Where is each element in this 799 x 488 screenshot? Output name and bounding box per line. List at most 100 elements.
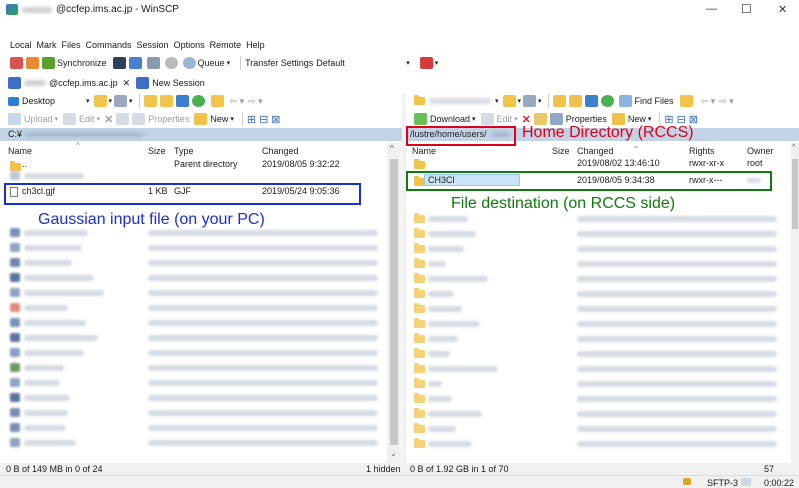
home-icon[interactable] bbox=[584, 95, 598, 107]
console-icon[interactable] bbox=[112, 57, 126, 69]
filter-icon[interactable] bbox=[523, 95, 537, 107]
back-icon[interactable]: ⇦ ▾ bbox=[230, 96, 245, 107]
delete-icon[interactable]: ✕ bbox=[104, 113, 113, 126]
menu-session[interactable]: Session bbox=[137, 40, 169, 50]
scroll-down-icon[interactable]: ⌄ bbox=[390, 449, 397, 458]
compare-icon[interactable] bbox=[10, 57, 23, 69]
chevron-down-icon[interactable]: ▾ bbox=[129, 97, 133, 105]
column-changed[interactable]: Changed bbox=[577, 146, 614, 156]
menu-help[interactable]: Help bbox=[246, 40, 265, 50]
properties-button[interactable]: Properties bbox=[566, 114, 607, 124]
filter-select-icon[interactable]: ⊠ bbox=[271, 113, 280, 126]
menu-remote[interactable]: Remote bbox=[210, 40, 242, 50]
sync-browse-icon[interactable] bbox=[26, 57, 39, 69]
chevron-down-icon[interactable]: ▾ bbox=[518, 97, 522, 105]
menu-local[interactable]: Local bbox=[10, 40, 32, 50]
menu-commands[interactable]: Commands bbox=[86, 40, 132, 50]
unselect-icon[interactable]: ⊟ bbox=[259, 113, 268, 126]
new-session-tab[interactable]: New Session bbox=[152, 78, 205, 88]
menu-options[interactable]: Options bbox=[174, 40, 205, 50]
chevron-down-icon[interactable]: ▾ bbox=[435, 59, 439, 67]
scroll-thumb[interactable] bbox=[390, 159, 398, 445]
scroll-up-icon[interactable]: ^ bbox=[390, 144, 394, 153]
menu-mark[interactable]: Mark bbox=[37, 40, 57, 50]
tree-icon[interactable] bbox=[210, 95, 224, 107]
queue-button[interactable]: Queue ▾ bbox=[182, 57, 230, 69]
local-scrollbar[interactable]: ^ ⌄ bbox=[387, 143, 401, 463]
column-changed[interactable]: Changed bbox=[262, 146, 299, 156]
local-location-select[interactable]: Desktop bbox=[22, 96, 86, 106]
chevron-down-icon[interactable]: ▾ bbox=[538, 97, 542, 105]
remote-location-blur[interactable] bbox=[429, 98, 491, 104]
close-button[interactable]: ✕ bbox=[778, 3, 787, 16]
column-rights[interactable]: Rights bbox=[689, 146, 715, 156]
column-size[interactable]: Size bbox=[552, 146, 570, 156]
panel-splitter[interactable] bbox=[402, 93, 406, 463]
parent-directory-icon[interactable] bbox=[143, 95, 157, 107]
synchronize-button[interactable]: Synchronize bbox=[42, 57, 107, 69]
chevron-down-icon[interactable]: ▾ bbox=[55, 115, 59, 123]
column-name[interactable]: Name bbox=[8, 146, 32, 156]
folder-icon bbox=[414, 303, 425, 313]
close-icon[interactable]: ✕ bbox=[123, 78, 131, 89]
root-directory-icon[interactable] bbox=[159, 95, 173, 107]
tree-icon[interactable] bbox=[679, 95, 693, 107]
edit-button[interactable]: Edit bbox=[497, 114, 513, 124]
blurred-text bbox=[428, 231, 476, 237]
maximize-button[interactable]: ☐ bbox=[741, 2, 752, 16]
remote-scrollbar[interactable]: ^ bbox=[791, 143, 799, 463]
new-session-icon[interactable] bbox=[136, 77, 150, 89]
chevron-down-icon[interactable]: ▾ bbox=[230, 115, 234, 123]
forward-icon[interactable]: ⇨ ▾ bbox=[719, 96, 734, 107]
local-path-bar[interactable]: C:¥ bbox=[0, 128, 402, 141]
chevron-down-icon[interactable]: ▾ bbox=[406, 59, 410, 67]
session-tab-active[interactable]: @ccfep.ims.ac.jp bbox=[49, 78, 118, 88]
download-button[interactable]: Download bbox=[430, 114, 470, 124]
back-icon[interactable]: ⇦ ▾ bbox=[701, 96, 716, 107]
refresh-icon[interactable] bbox=[600, 95, 614, 107]
chevron-down-icon[interactable]: ▾ bbox=[648, 115, 652, 123]
blurred-text bbox=[24, 260, 72, 266]
minimize-button[interactable]: — bbox=[706, 3, 717, 15]
upload-button[interactable]: Upload bbox=[24, 114, 53, 124]
column-size[interactable]: Size bbox=[148, 146, 166, 156]
forward-icon[interactable]: ⇨ ▾ bbox=[248, 96, 263, 107]
preferences-icon[interactable] bbox=[146, 57, 160, 69]
parent-directory-icon[interactable] bbox=[552, 95, 566, 107]
putty-icon[interactable] bbox=[128, 57, 142, 69]
list-item[interactable]: 2019/08/02 13:46:10 rwxr-xr-x root bbox=[406, 158, 791, 170]
column-owner[interactable]: Owner bbox=[747, 146, 774, 156]
new-button[interactable]: New bbox=[210, 114, 228, 124]
column-type[interactable]: Type bbox=[174, 146, 194, 156]
chevron-down-icon[interactable]: ▾ bbox=[109, 97, 113, 105]
filter-icon[interactable] bbox=[114, 95, 128, 107]
transfer-profile-icon[interactable] bbox=[419, 57, 433, 69]
menu-files[interactable]: Files bbox=[62, 40, 81, 50]
refresh-icon[interactable] bbox=[191, 95, 205, 107]
chevron-down-icon[interactable]: ▾ bbox=[86, 97, 90, 105]
edit-button[interactable]: Edit bbox=[79, 114, 95, 124]
column-name[interactable]: Name bbox=[412, 146, 436, 156]
chevron-down-icon[interactable]: ▾ bbox=[514, 115, 518, 123]
open-folder-icon[interactable] bbox=[93, 95, 107, 107]
home-icon[interactable] bbox=[175, 95, 189, 107]
root-directory-icon[interactable] bbox=[568, 95, 582, 107]
properties-button[interactable]: Properties bbox=[148, 114, 189, 124]
scroll-thumb[interactable] bbox=[792, 159, 798, 229]
gear-icon[interactable] bbox=[164, 57, 178, 69]
new-button[interactable]: New bbox=[628, 114, 646, 124]
blurred-icon bbox=[10, 423, 20, 432]
blurred-text bbox=[24, 350, 84, 356]
list-item[interactable]: .. Parent directory 2019/08/05 9:32:22 bbox=[0, 158, 385, 172]
select-all-icon[interactable]: ⊞ bbox=[247, 113, 256, 126]
scroll-up-icon[interactable]: ^ bbox=[792, 144, 795, 151]
open-folder-icon[interactable] bbox=[502, 95, 516, 107]
chevron-down-icon[interactable]: ▾ bbox=[495, 97, 499, 105]
find-files-button[interactable]: Find Files bbox=[635, 96, 674, 106]
transfer-settings-select[interactable]: Default bbox=[316, 58, 406, 68]
chevron-down-icon[interactable]: ▾ bbox=[472, 115, 476, 123]
chevron-down-icon[interactable]: ▾ bbox=[97, 115, 101, 123]
blurred-icon bbox=[10, 303, 20, 312]
session-info-icon[interactable] bbox=[741, 478, 751, 486]
rename-icon[interactable] bbox=[116, 113, 130, 125]
